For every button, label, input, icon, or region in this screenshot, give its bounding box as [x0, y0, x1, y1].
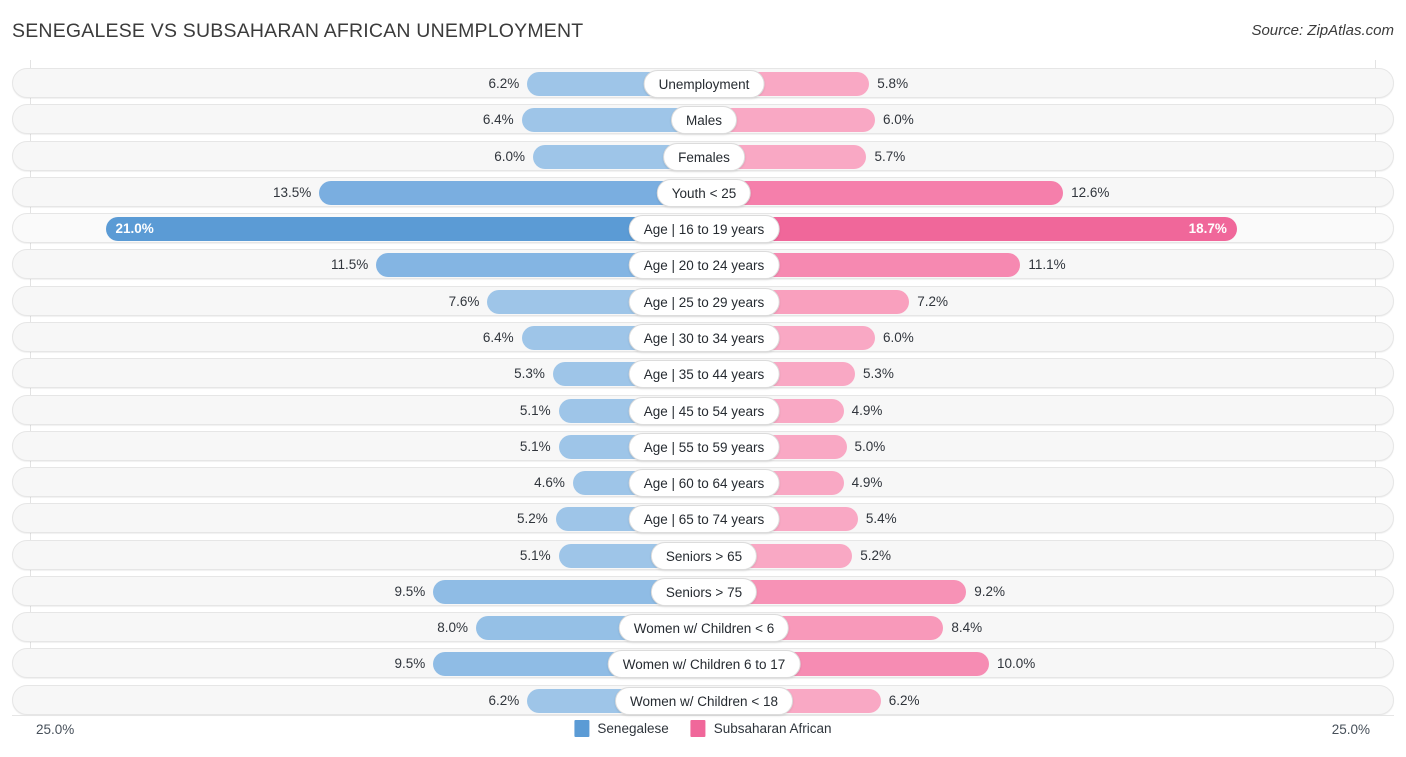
- table-row[interactable]: 21.0% 18.7% Age | 16 to 19 years: [12, 213, 1394, 244]
- axis-label-left: 25.0%: [36, 722, 75, 737]
- table-row[interactable]: 11.5% 11.1% Age | 20 to 24 years: [12, 249, 1394, 280]
- row-category-label: Age | 65 to 74 years: [628, 505, 780, 534]
- row-category-label: Age | 20 to 24 years: [628, 251, 780, 280]
- bar-subsaharan-african[interactable]: [704, 217, 1237, 242]
- value-label-senegalese: 6.0%: [494, 148, 525, 164]
- chart-root: SENEGALESE VS SUBSAHARAN AFRICAN UNEMPLO…: [0, 0, 1406, 757]
- value-label-senegalese: 6.2%: [488, 692, 520, 708]
- footer-divider: [12, 715, 1394, 716]
- table-row[interactable]: 9.5% 9.2% Seniors > 75: [12, 575, 1394, 606]
- value-label-senegalese: 8.0%: [437, 620, 468, 636]
- value-label-subsaharan-african: 6.2%: [888, 692, 920, 708]
- legend-label-subsaharan-african: Subsaharan African: [713, 721, 832, 736]
- table-row[interactable]: 5.1% 4.9% Age | 45 to 54 years: [12, 394, 1394, 425]
- value-label-subsaharan-african: 5.4%: [865, 511, 897, 527]
- value-label-subsaharan-african: 6.0%: [883, 329, 914, 345]
- row-category-label: Age | 35 to 44 years: [628, 360, 780, 389]
- legend-label-senegalese: Senegalese: [597, 721, 669, 736]
- row-category-label: Age | 25 to 29 years: [628, 287, 780, 316]
- row-category-label: Women w/ Children 6 to 17: [607, 650, 801, 679]
- value-label-subsaharan-african: 5.2%: [860, 547, 891, 563]
- table-row[interactable]: 6.0% 5.7% Females: [12, 140, 1394, 171]
- table-row[interactable]: 5.1% 5.2% Seniors > 65: [12, 539, 1394, 570]
- row-category-label: Age | 16 to 19 years: [628, 215, 780, 244]
- chart-legend: Senegalese Subsaharan African: [574, 720, 832, 737]
- legend-item-senegalese[interactable]: Senegalese: [574, 720, 669, 737]
- row-category-label: Unemployment: [643, 70, 765, 98]
- value-label-senegalese: 7.6%: [448, 293, 480, 309]
- value-label-subsaharan-african: 6.0%: [883, 112, 914, 128]
- table-row[interactable]: 4.6% 4.9% Age | 60 to 64 years: [12, 467, 1394, 498]
- value-label-subsaharan-african: 12.6%: [1071, 184, 1110, 200]
- legend-swatch-senegalese: [574, 720, 590, 737]
- table-row[interactable]: 9.5% 10.0% Women w/ Children 6 to 17: [12, 648, 1394, 679]
- bar-subsaharan-african[interactable]: [704, 180, 1064, 205]
- row-category-label: Males: [670, 106, 738, 135]
- value-label-senegalese: 5.2%: [517, 511, 548, 527]
- value-label-senegalese: 5.1%: [519, 438, 551, 454]
- value-label-senegalese: 6.2%: [488, 76, 520, 91]
- row-category-label: Age | 55 to 59 years: [628, 432, 780, 461]
- source-attribution: Source: ZipAtlas.com: [1251, 22, 1394, 39]
- row-category-label: Women w/ Children < 18: [615, 686, 793, 715]
- table-row[interactable]: 6.2% 6.2% Women w/ Children < 18: [12, 684, 1394, 715]
- row-category-label: Seniors > 75: [650, 577, 758, 606]
- value-label-senegalese: 21.0%: [115, 221, 154, 237]
- value-label-subsaharan-african: 11.1%: [1028, 257, 1066, 273]
- value-label-senegalese: 6.4%: [482, 112, 514, 128]
- table-row[interactable]: 5.3% 5.3% Age | 35 to 44 years: [12, 358, 1394, 389]
- table-row[interactable]: 5.2% 5.4% Age | 65 to 74 years: [12, 503, 1394, 534]
- value-label-senegalese: 5.1%: [519, 547, 551, 563]
- legend-swatch-subsaharan-african: [690, 720, 706, 737]
- value-label-subsaharan-african: 10.0%: [997, 656, 1036, 672]
- row-category-label: Age | 45 to 54 years: [628, 396, 780, 425]
- table-row[interactable]: 6.4% 6.0% Males: [12, 104, 1394, 135]
- value-label-subsaharan-african: 7.2%: [917, 293, 948, 309]
- value-label-senegalese: 13.5%: [272, 184, 312, 200]
- page-title: SENEGALESE VS SUBSAHARAN AFRICAN UNEMPLO…: [12, 20, 584, 42]
- bar-senegalese[interactable]: [319, 180, 704, 205]
- axis-label-right: 25.0%: [1331, 722, 1370, 737]
- table-row[interactable]: 6.2% 5.8% Unemployment: [12, 68, 1394, 98]
- table-row[interactable]: 13.5% 12.6% Youth < 25: [12, 176, 1394, 207]
- row-category-label: Age | 30 to 34 years: [628, 323, 780, 352]
- value-label-subsaharan-african: 5.7%: [874, 148, 906, 164]
- value-label-subsaharan-african: 4.9%: [851, 475, 883, 491]
- table-row[interactable]: 8.0% 8.4% Women w/ Children < 6: [12, 612, 1394, 643]
- table-row[interactable]: 6.4% 6.0% Age | 30 to 34 years: [12, 321, 1394, 352]
- plot-area: 6.2% 5.8% Unemployment 6.4% 6.0% Males 6.0% 5.7…: [0, 60, 1406, 719]
- table-row[interactable]: 7.6% 7.2% Age | 25 to 29 years: [12, 285, 1394, 316]
- table-row[interactable]: 5.1% 5.0% Age | 55 to 59 years: [12, 430, 1394, 461]
- value-label-senegalese: 5.3%: [514, 366, 545, 382]
- value-label-subsaharan-african: 8.4%: [951, 620, 983, 636]
- value-label-senegalese: 11.5%: [330, 257, 369, 273]
- value-label-subsaharan-african: 5.0%: [854, 438, 886, 454]
- value-label-subsaharan-african: 9.2%: [974, 583, 1005, 599]
- value-label-subsaharan-african: 5.3%: [863, 366, 894, 382]
- value-label-subsaharan-african: 18.7%: [1188, 221, 1227, 237]
- row-category-label: Seniors > 65: [650, 541, 758, 570]
- row-category-label: Women w/ Children < 6: [618, 614, 790, 643]
- value-label-senegalese: 5.1%: [519, 402, 551, 418]
- legend-item-subsaharan-african[interactable]: Subsaharan African: [690, 720, 832, 737]
- row-category-label: Youth < 25: [656, 178, 752, 207]
- bar-senegalese[interactable]: [105, 217, 704, 242]
- value-label-senegalese: 6.4%: [482, 329, 514, 345]
- value-label-subsaharan-african: 4.9%: [851, 402, 883, 418]
- value-label-subsaharan-african: 5.8%: [877, 76, 909, 91]
- row-category-label: Age | 60 to 64 years: [628, 469, 780, 498]
- value-label-senegalese: 9.5%: [394, 583, 426, 599]
- row-category-label: Females: [663, 142, 745, 171]
- value-label-senegalese: 4.6%: [534, 475, 565, 491]
- value-label-senegalese: 9.5%: [394, 656, 426, 672]
